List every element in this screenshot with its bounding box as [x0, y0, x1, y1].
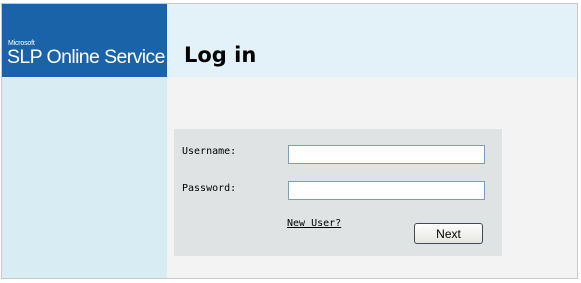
username-input[interactable] [288, 145, 485, 164]
sidebar [2, 77, 167, 278]
new-user-link[interactable]: New User? [287, 218, 341, 229]
username-label: Username: [182, 146, 237, 157]
password-label: Password: [182, 183, 237, 194]
page-title: Log in [184, 43, 257, 67]
next-button[interactable]: Next [414, 223, 483, 244]
login-panel: Username: Password: New User? Next [174, 129, 502, 256]
password-input[interactable] [288, 181, 485, 200]
microsoft-slp-logo: Microsoft SLP Online Service [2, 4, 167, 77]
logo-product-text: SLP Online Service [7, 46, 166, 68]
